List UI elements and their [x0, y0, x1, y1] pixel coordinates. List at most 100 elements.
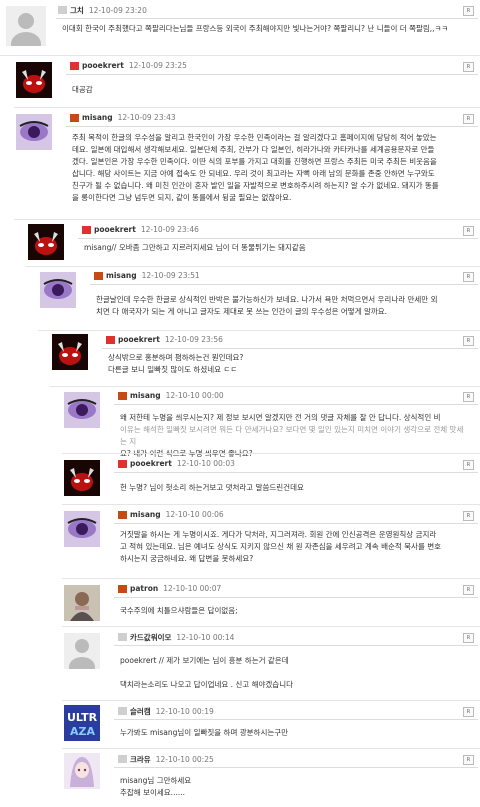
comment-date: 12-10-10 00:07: [163, 584, 222, 593]
comment-text: 국수주의에 치틀으샤람들은 답이없음;: [120, 606, 238, 615]
comment-date: 12-10-10 00:25: [155, 755, 214, 764]
comment-text: misang님 그만하세요 추잡해 보이세요......: [120, 776, 192, 797]
reply-button[interactable]: R: [463, 272, 474, 282]
author-name[interactable]: 카드값워이모 12-10-10 00:14: [130, 632, 234, 643]
avatar: [64, 460, 100, 496]
level-icon: [118, 755, 127, 763]
author-name[interactable]: misang 12-10-10 00:00: [130, 391, 224, 400]
divider: [38, 330, 480, 331]
divider: [50, 386, 480, 387]
comment-date: 12-10-09 23:25: [128, 61, 187, 70]
avatar: [40, 272, 76, 308]
level-icon: [118, 585, 127, 593]
comment-header: 슬러캠 12-10-10 00:19 R: [114, 703, 478, 720]
reply-button[interactable]: R: [463, 755, 474, 765]
author-name[interactable]: misang 12-10-09 23:43: [82, 113, 176, 122]
reply-button[interactable]: R: [463, 633, 474, 643]
comment-text: misang// 오바좀 그만하고 지르러지세요 님이 더 똥물튀기는 돼지같음: [84, 243, 306, 252]
comment-header: misang 12-10-10 00:06 R: [114, 507, 478, 524]
comment-text: 거짓말을 하시는 게 누명이시죠. 게다가 닥처라, 지그러져라. 회원 간에 …: [120, 530, 442, 563]
avatar: [16, 62, 52, 98]
reply-button[interactable]: R: [463, 226, 474, 236]
comment-text: pooekrert // 제가 보기에는 님이 흥분 하는거 같은데 댁치라는소…: [120, 656, 294, 689]
author-name[interactable]: 그치 12-10-09 23:20: [70, 5, 147, 16]
comment: misang 12-10-09 23:43 R 주최 목적이 한글의 우수성을 알…: [14, 110, 478, 216]
reply-button[interactable]: R: [463, 707, 474, 717]
comment-date: 12-10-10 00:03: [176, 459, 235, 468]
divider: [62, 626, 480, 627]
comment-date: 12-10-09 23:46: [140, 225, 199, 234]
reply-button[interactable]: R: [463, 511, 474, 521]
comment-header: 크라유 12-10-10 00:25 R: [114, 751, 478, 768]
reply-button[interactable]: R: [463, 336, 474, 346]
comment-header: pooekrert 12-10-09 23:56 R: [102, 332, 478, 349]
reply-button[interactable]: R: [463, 460, 474, 470]
comment: misang 12-10-09 23:51 R 한글날인데 우수한 한글로 상식적…: [38, 268, 478, 330]
divider: [62, 453, 480, 454]
divider: [14, 107, 480, 108]
comment-date: 12-10-10 00:06: [165, 510, 224, 519]
author-name[interactable]: pooekrert 12-10-10 00:03: [130, 459, 235, 468]
reply-button[interactable]: R: [463, 114, 474, 124]
level-icon: [118, 633, 127, 641]
svg-text:ULTR: ULTR: [67, 711, 98, 724]
reply-button[interactable]: R: [463, 62, 474, 72]
author-name[interactable]: pooekrert 12-10-09 23:46: [94, 225, 199, 234]
avatar: [64, 585, 100, 621]
divider: [26, 266, 480, 267]
author-name[interactable]: pooekrert 12-10-09 23:56: [118, 335, 223, 344]
avatar: [52, 334, 88, 370]
author-name[interactable]: pooekrert 12-10-09 23:25: [82, 61, 187, 70]
comment-text: 누가봐도 misang님이 일빠짓을 하며 광분하시는구만: [120, 728, 289, 737]
level-icon: [70, 114, 79, 122]
comment-header: 카드값워이모 12-10-10 00:14 R: [114, 629, 478, 646]
avatar: [16, 114, 52, 150]
level-icon: [58, 6, 67, 14]
comment-header: patron 12-10-10 00:07 R: [114, 581, 478, 598]
reply-button[interactable]: R: [463, 6, 474, 16]
comment-header: 그치 12-10-09 23:20 R: [56, 2, 478, 19]
comment-text: 이대회 한국이 주최했다고 쪽팔리다는님들 프랑스등 외국이 주최해야지만 빛나…: [62, 24, 449, 33]
level-icon: [82, 226, 91, 234]
comment: misang 12-10-10 00:06 R 거짓말을 하시는 게 누명이시죠.…: [62, 507, 478, 577]
comment-date: 12-10-09 23:56: [164, 335, 223, 344]
comment-header: misang 12-10-09 23:43 R: [66, 110, 478, 127]
avatar: [64, 511, 100, 547]
comment-date: 12-10-10 00:19: [155, 707, 214, 716]
comment: 크라유 12-10-10 00:25 R misang님 그만하세요 추잡해 보이…: [62, 751, 478, 805]
avatar: [6, 6, 46, 46]
comment-date: 12-10-10 00:00: [165, 391, 224, 400]
level-icon: [70, 62, 79, 70]
comment: pooekrert 12-10-10 00:03 R 헌 누명? 님이 헛소리 하…: [62, 456, 478, 502]
comment: pooekrert 12-10-09 23:46 R misang// 오바좀 그…: [26, 222, 478, 264]
comment-text: 상식밖으로 홍분하며 폄하하는건 뭔인데요? 다른글 보니 일빠짓 많이도 하셨…: [108, 353, 244, 374]
comment-header: pooekrert 12-10-10 00:03 R: [114, 456, 478, 473]
comment: 그치 12-10-09 23:20 R 이대회 한국이 주최했다고 쪽팔리다는님들…: [2, 2, 478, 52]
reply-button[interactable]: R: [463, 585, 474, 595]
comment: patron 12-10-10 00:07 R 국수주의에 치틀으샤람들은 답이없…: [62, 581, 478, 623]
author-name[interactable]: patron 12-10-10 00:07: [130, 584, 221, 593]
reply-button[interactable]: R: [463, 392, 474, 402]
avatar: [64, 392, 100, 428]
comment-text: 헌 누명? 님이 헛소리 하는거보고 댓처라고 말씀드린건데요: [120, 483, 304, 492]
avatar: ULTR AZA: [64, 705, 100, 741]
comment-header: misang 12-10-10 00:00 R: [114, 388, 478, 405]
level-icon: [94, 272, 103, 280]
author-name[interactable]: 크라유 12-10-10 00:25: [130, 754, 214, 765]
author-name[interactable]: misang 12-10-09 23:51: [106, 271, 200, 280]
comment-date: 12-10-09 23:51: [141, 271, 200, 280]
comment-header: pooekrert 12-10-09 23:46 R: [78, 222, 478, 239]
comment: pooekrert 12-10-09 23:25 R 대공감: [14, 58, 478, 104]
comment-header: misang 12-10-09 23:51 R: [90, 268, 478, 285]
comment: 카드값워이모 12-10-10 00:14 R pooekrert // 제가 보…: [62, 629, 478, 697]
comment-date: 12-10-10 00:14: [176, 633, 235, 642]
divider: [62, 504, 480, 505]
comment-date: 12-10-09 23:43: [117, 113, 176, 122]
avatar: [28, 224, 64, 260]
comment-header: pooekrert 12-10-09 23:25 R: [66, 58, 478, 75]
comment: misang 12-10-10 00:00 R 왜 저한테 누명을 씌우시는지? …: [62, 388, 478, 458]
author-name[interactable]: misang 12-10-10 00:06: [130, 510, 224, 519]
comment-date: 12-10-09 23:20: [88, 6, 147, 15]
author-name[interactable]: 슬러캠 12-10-10 00:19: [130, 706, 214, 717]
comment: ULTR AZA 슬러캠 12-10-10 00:19 R 누가봐도 misang님…: [62, 703, 478, 747]
